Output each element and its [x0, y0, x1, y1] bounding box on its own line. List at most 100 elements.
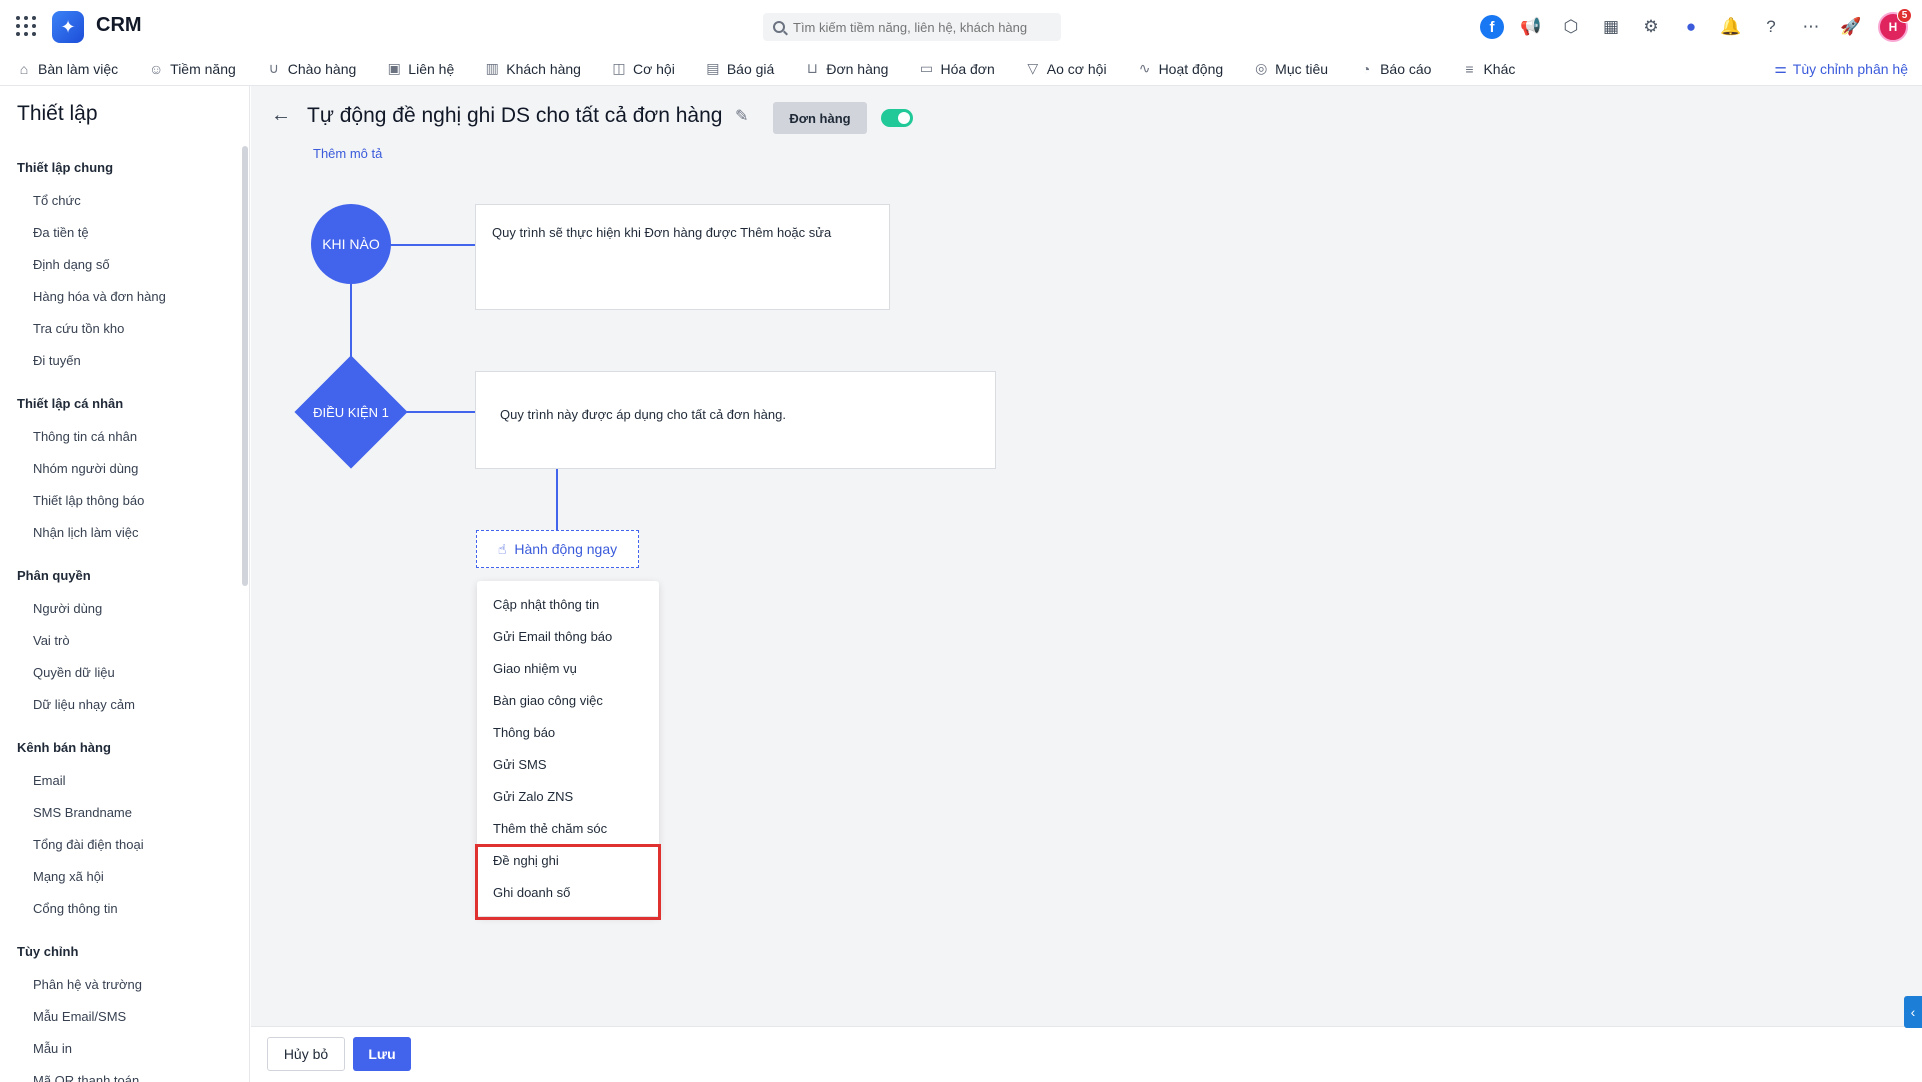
megaphone-icon[interactable]: 📢: [1518, 14, 1544, 40]
help-icon[interactable]: ?: [1758, 14, 1784, 40]
quote-icon: ▤: [706, 60, 720, 76]
nav-item-ao-co-hoi[interactable]: ▽ Ao cơ hội: [1025, 60, 1107, 77]
sidebar-item[interactable]: Đa tiền tệ: [33, 225, 89, 240]
add-description-link[interactable]: Thêm mô tả: [313, 146, 382, 161]
app-launcher-icon[interactable]: [16, 16, 36, 36]
sidebar-section-title: Thiết lập cá nhân: [17, 396, 124, 411]
trigger-card[interactable]: Quy trình sẽ thực hiện khi Đơn hàng được…: [475, 204, 890, 310]
back-arrow-icon[interactable]: ←: [271, 104, 291, 127]
action-now-button[interactable]: ☝ Hành động ngay: [476, 530, 639, 568]
menu-item-assign-task[interactable]: Giao nhiệm vụ: [493, 661, 577, 676]
box-icon[interactable]: ⬡: [1558, 14, 1584, 40]
condition-node[interactable]: ĐIỀU KIỆN 1: [294, 355, 408, 469]
save-button[interactable]: Lưu: [353, 1037, 411, 1071]
nav-label: Hóa đơn: [940, 60, 995, 77]
sidebar-item[interactable]: Mã QR thanh toán: [33, 1073, 139, 1082]
nav-item-khac[interactable]: ≡ Khác: [1461, 61, 1515, 77]
nav-label: Hoạt động: [1158, 60, 1224, 77]
sidebar-item[interactable]: Dữ liệu nhạy cảm: [33, 697, 135, 712]
module-tag: Đơn hàng: [773, 102, 867, 134]
menu-item-add-care-tag[interactable]: Thêm thẻ chăm sóc: [493, 821, 607, 836]
menu-item-send-zalo[interactable]: Gửi Zalo ZNS: [493, 789, 573, 804]
sidebar-item[interactable]: Mẫu in: [33, 1041, 72, 1056]
sidebar-item[interactable]: Tổ chức: [33, 193, 81, 208]
workflow-editor: ← Tự động đề nghị ghi DS cho tất cả đơn …: [251, 86, 1922, 1026]
contact-icon: ▣: [387, 60, 401, 76]
briefcase-icon: ◫: [612, 60, 626, 76]
trigger-node[interactable]: KHI NÀO: [311, 204, 391, 284]
sidebar-item[interactable]: Mẫu Email/SMS: [33, 1009, 126, 1024]
pie-chart-icon: ◔: [1361, 60, 1371, 77]
sidebar-item[interactable]: Đi tuyến: [33, 353, 81, 368]
customize-modules-link[interactable]: ⚌ Tùy chỉnh phân hệ: [1774, 60, 1908, 77]
nav-item-bao-cao[interactable]: ◔ Báo cáo: [1358, 60, 1432, 77]
condition-label: ĐIỀU KIỆN 1: [313, 404, 389, 420]
nav-item-khach-hang[interactable]: ▥ Khách hàng: [484, 60, 581, 77]
sidebar-item[interactable]: Tra cứu tồn kho: [33, 321, 124, 336]
sidebar-section-title: Phân quyền: [17, 568, 91, 583]
nav-label: Khác: [1483, 60, 1516, 77]
sidebar-item[interactable]: Thông tin cá nhân: [33, 429, 137, 444]
condition-text: Quy trình này được áp dụng cho tất cả đơ…: [500, 407, 786, 422]
sidebar-scrollbar[interactable]: [242, 146, 248, 586]
workflow-title: Tự động đề nghị ghi DS cho tất cả đơn hà…: [307, 104, 723, 127]
sidebar-item[interactable]: Email: [33, 773, 66, 788]
menu-item-handover[interactable]: Bàn giao công việc: [493, 693, 603, 708]
nav-item-lien-he[interactable]: ▣ Liên hệ: [386, 60, 455, 77]
workflow-enabled-toggle[interactable]: [881, 109, 913, 127]
global-search[interactable]: [763, 13, 1061, 41]
sidebar-item[interactable]: SMS Brandname: [33, 805, 132, 820]
sidebar-item[interactable]: Cổng thông tin: [33, 901, 118, 916]
more-icon[interactable]: ⋯: [1798, 14, 1824, 40]
nav-item-co-hoi[interactable]: ◫ Cơ hội: [611, 60, 675, 77]
settings-sidebar: Thiết lập Thiết lập chung Tổ chức Đa tiề…: [0, 86, 250, 1082]
sidebar-item[interactable]: Quyền dữ liệu: [33, 665, 115, 680]
menu-item-send-email[interactable]: Gửi Email thông báo: [493, 629, 612, 644]
nav-label: Đơn hàng: [826, 60, 889, 77]
sidebar-item[interactable]: Nhận lịch làm việc: [33, 525, 139, 540]
sidebar-item[interactable]: Hàng hóa và đơn hàng: [33, 289, 166, 304]
top-bar: ✦ CRM f 📢 ⬡ ▦ ⚙ ● 🔔 ? ⋯ 🚀 H 5: [0, 0, 1922, 52]
nav-label: Liên hệ: [408, 60, 455, 77]
condition-card[interactable]: Quy trình này được áp dụng cho tất cả đơ…: [475, 371, 996, 469]
menu-item-send-sms[interactable]: Gửi SMS: [493, 757, 547, 772]
sidebar-item[interactable]: Tổng đài điện thoại: [33, 837, 144, 852]
nav-item-ban-lam-viec[interactable]: ⌂ Bàn làm việc: [16, 61, 118, 77]
pencil-icon[interactable]: ✎: [735, 106, 748, 126]
sidebar-item[interactable]: Phân hệ và trường: [33, 977, 142, 992]
top-icons: f 📢 ⬡ ▦ ⚙ ● 🔔 ? ⋯ 🚀 H 5: [1480, 8, 1912, 42]
cancel-button[interactable]: Hủy bỏ: [267, 1037, 345, 1071]
nav-item-muc-tieu[interactable]: ◎ Mục tiêu: [1253, 60, 1328, 77]
calendar-icon[interactable]: ▦: [1598, 14, 1624, 40]
nav-item-don-hang[interactable]: ⊔ Đơn hàng: [804, 60, 889, 77]
user-avatar[interactable]: H 5: [1878, 8, 1912, 42]
sidebar-item[interactable]: Vai trò: [33, 633, 70, 648]
sidebar-section-title: Kênh bán hàng: [17, 740, 111, 755]
sidebar-item[interactable]: Thiết lập thông báo: [33, 493, 144, 508]
trigger-text-prefix: Quy trình sẽ thực hiện khi: [492, 225, 645, 240]
nav-item-tiem-nang[interactable]: ☺ Tiềm năng: [148, 61, 236, 77]
activity-icon: ∿: [1138, 60, 1151, 76]
brand-name: CRM: [96, 14, 142, 36]
nav-item-chao-hang[interactable]: ∪ Chào hàng: [266, 60, 357, 77]
nav-label: Ao cơ hội: [1046, 60, 1107, 77]
nav-label: Bàn làm việc: [38, 60, 119, 77]
nav-item-bao-gia[interactable]: ▤ Báo giá: [705, 60, 774, 77]
chat-icon[interactable]: ●: [1678, 14, 1704, 40]
nav-item-hoat-dong[interactable]: ∿ Hoạt động: [1137, 60, 1224, 77]
sidebar-item[interactable]: Người dùng: [33, 601, 102, 616]
sidebar-item[interactable]: Mạng xã hội: [33, 869, 104, 884]
nav-label: Báo giá: [726, 60, 775, 77]
nav-item-hoa-don[interactable]: ▭ Hóa đơn: [918, 60, 995, 77]
gear-icon[interactable]: ⚙: [1638, 14, 1664, 40]
sidebar-item[interactable]: Định dạng số: [33, 257, 110, 272]
menu-item-notify[interactable]: Thông báo: [493, 725, 555, 740]
facebook-icon[interactable]: f: [1480, 15, 1504, 39]
menu-item-update-info[interactable]: Cập nhật thông tin: [493, 597, 599, 612]
nav-label: Báo cáo: [1380, 60, 1432, 77]
bell-icon[interactable]: 🔔: [1718, 14, 1744, 40]
collapse-panel-tab[interactable]: ‹: [1904, 996, 1922, 1028]
search-input[interactable]: [793, 19, 1053, 35]
rocket-icon[interactable]: 🚀: [1838, 14, 1864, 40]
sidebar-item[interactable]: Nhóm người dùng: [33, 461, 138, 476]
